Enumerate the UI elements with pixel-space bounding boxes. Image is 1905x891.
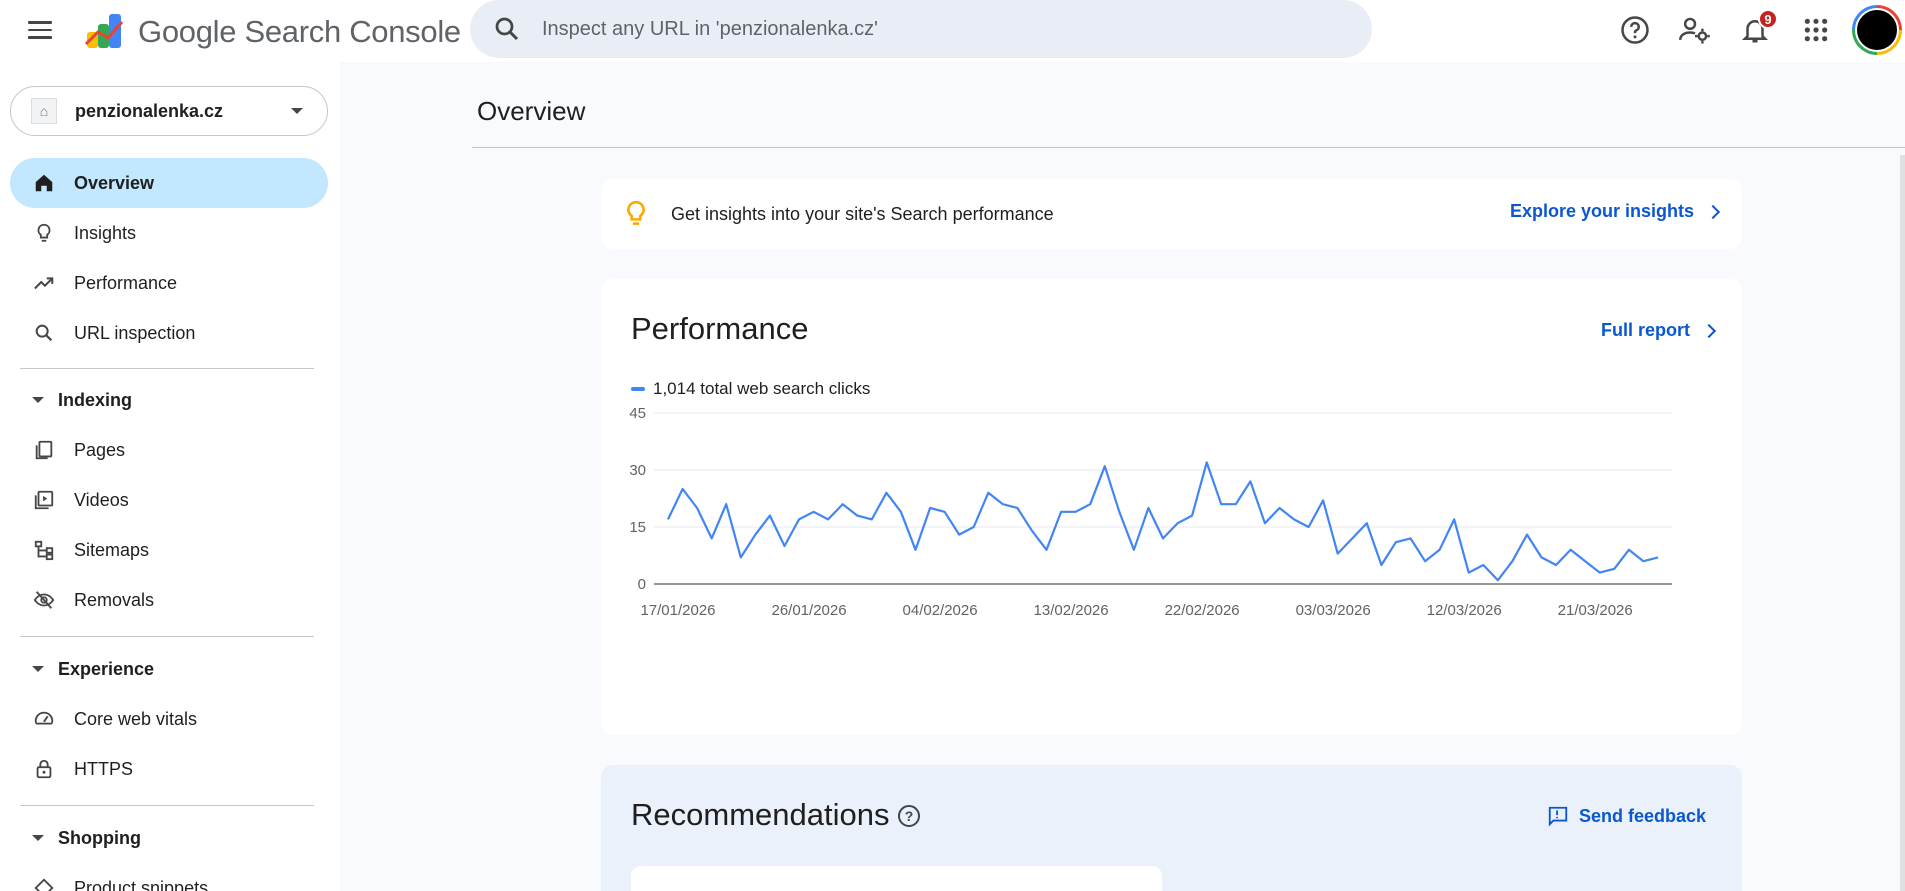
- property-name: penzionalenka.cz: [75, 100, 224, 121]
- caret-down-icon: [32, 666, 44, 672]
- property-selector[interactable]: ⌂ penzionalenka.cz: [10, 86, 328, 136]
- x-tick-label: 12/03/2026: [1427, 602, 1502, 619]
- sidebar-divider: [20, 805, 314, 806]
- search-console-logo: [84, 14, 124, 48]
- sidebar-item-label: Core web vitals: [74, 708, 198, 729]
- help-icon[interactable]: ?: [898, 805, 920, 827]
- sidebar-item-removals[interactable]: Removals: [10, 575, 328, 625]
- sitemap-icon: [32, 538, 56, 562]
- recommendations-card: Recommendations ? Send feedback: [601, 765, 1742, 891]
- property-favicon: ⌂: [31, 98, 57, 124]
- search-input[interactable]: [542, 17, 1362, 41]
- sidebar-item-label: Sitemaps: [74, 539, 150, 560]
- home-icon: [32, 171, 56, 195]
- explore-insights-label: Explore your insights: [1509, 201, 1694, 221]
- lightbulb-icon: [621, 199, 651, 229]
- x-tick-label: 22/02/2026: [1165, 602, 1240, 619]
- sidebar-item-label: Pages: [74, 439, 126, 460]
- send-feedback-label: Send feedback: [1578, 805, 1706, 826]
- section-label: Indexing: [58, 389, 133, 410]
- send-feedback-link[interactable]: Send feedback: [1547, 805, 1706, 827]
- top-bar: Google Search Console 9: [0, 0, 1905, 62]
- eye-off-icon: [32, 588, 56, 612]
- sidebar-divider: [20, 368, 314, 369]
- chevron-down-icon: [291, 108, 303, 114]
- sidebar-item-label: Overview: [74, 172, 155, 193]
- sidebar-item-overview[interactable]: Overview: [10, 158, 328, 208]
- sidebar-item-product-snippets[interactable]: Product snippets: [10, 863, 328, 891]
- sidebar-item-label: Videos: [74, 489, 129, 510]
- x-tick-label: 17/01/2026: [640, 602, 715, 619]
- x-tick-label: 13/02/2026: [1034, 602, 1109, 619]
- section-label: Shopping: [58, 827, 141, 848]
- lock-icon: [32, 757, 56, 781]
- user-settings-icon[interactable]: [1677, 12, 1713, 48]
- help-icon[interactable]: [1617, 12, 1653, 48]
- caret-down-icon: [32, 397, 44, 403]
- brand-title: Google Search Console: [138, 14, 461, 49]
- x-tick-label: 26/01/2026: [771, 602, 846, 619]
- y-tick-label: 45: [629, 405, 646, 422]
- title-divider: [472, 147, 1905, 148]
- sidebar-item-label: Performance: [74, 272, 178, 293]
- apps-grid-icon[interactable]: [1798, 12, 1834, 48]
- sidebar-item-label: URL inspection: [74, 322, 196, 343]
- video-icon: [32, 488, 56, 512]
- caret-down-icon: [32, 835, 44, 841]
- pages-icon: [32, 438, 56, 462]
- x-tick-label: 21/03/2026: [1558, 602, 1633, 619]
- chevron-right-icon: [1705, 204, 1721, 219]
- y-tick-label: 0: [638, 576, 646, 593]
- gauge-icon: [32, 707, 56, 731]
- diamond-icon: [32, 876, 56, 891]
- sidebar-item-label: HTTPS: [74, 758, 134, 779]
- insights-text: Get insights into your site's Search per…: [671, 203, 1054, 224]
- section-shopping[interactable]: Shopping: [32, 818, 141, 858]
- lightbulb-icon: [32, 221, 56, 245]
- section-experience[interactable]: Experience: [32, 649, 154, 689]
- sidebar-item-core-web-vitals[interactable]: Core web vitals: [10, 694, 328, 744]
- page-scrollbar[interactable]: [1900, 155, 1905, 891]
- sidebar-item-videos[interactable]: Videos: [10, 475, 328, 525]
- series-line-clicks: [667, 461, 1659, 582]
- section-label: Experience: [58, 658, 155, 679]
- insights-banner: Get insights into your site's Search per…: [601, 179, 1742, 249]
- recommendation-item[interactable]: [631, 866, 1162, 891]
- explore-insights-link[interactable]: Explore your insights: [1510, 201, 1722, 222]
- sidebar-item-insights[interactable]: Insights: [10, 208, 328, 258]
- y-tick-label: 15: [629, 519, 646, 536]
- url-inspect-search[interactable]: [470, 0, 1372, 58]
- section-indexing[interactable]: Indexing: [32, 380, 132, 420]
- sidebar-item-https[interactable]: HTTPS: [10, 744, 328, 794]
- sidebar-item-label: Insights: [74, 222, 137, 243]
- sidebar-item-url-inspection[interactable]: URL inspection: [10, 308, 328, 358]
- y-tick-label: 30: [629, 462, 646, 479]
- trending-up-icon: [32, 271, 56, 295]
- main-menu-button[interactable]: [28, 14, 60, 46]
- sidebar-item-pages[interactable]: Pages: [10, 425, 328, 475]
- x-tick-label: 04/02/2026: [903, 602, 978, 619]
- performance-card: Performance Full report 1,014 total web …: [601, 279, 1742, 735]
- clicks-line-chart: 0 15 30 45 17/01/2026 26/01/2026 04/02/2026 13/…: [629, 405, 1672, 619]
- sidebar-item-sitemaps[interactable]: Sitemaps: [10, 525, 328, 575]
- search-icon: [32, 321, 56, 345]
- sidebar-item-performance[interactable]: Performance: [10, 258, 328, 308]
- page-title: Overview: [477, 96, 586, 126]
- sidebar-divider: [20, 636, 314, 637]
- sidebar-item-label: Removals: [74, 589, 155, 610]
- main-content: Overview Get insights into your site's S…: [340, 62, 1905, 891]
- sidebar-item-label: Product snippets: [74, 877, 209, 891]
- notifications-icon[interactable]: 9: [1737, 9, 1778, 48]
- account-avatar[interactable]: [1852, 5, 1902, 55]
- x-tick-label: 03/03/2026: [1296, 602, 1371, 619]
- sidebar: ⌂ penzionalenka.cz Overview Insights Per…: [0, 62, 340, 891]
- search-icon: [495, 17, 519, 41]
- notification-badge: 9: [1758, 9, 1778, 29]
- recommendations-title: Recommendations: [631, 797, 890, 832]
- feedback-icon: [1548, 806, 1568, 827]
